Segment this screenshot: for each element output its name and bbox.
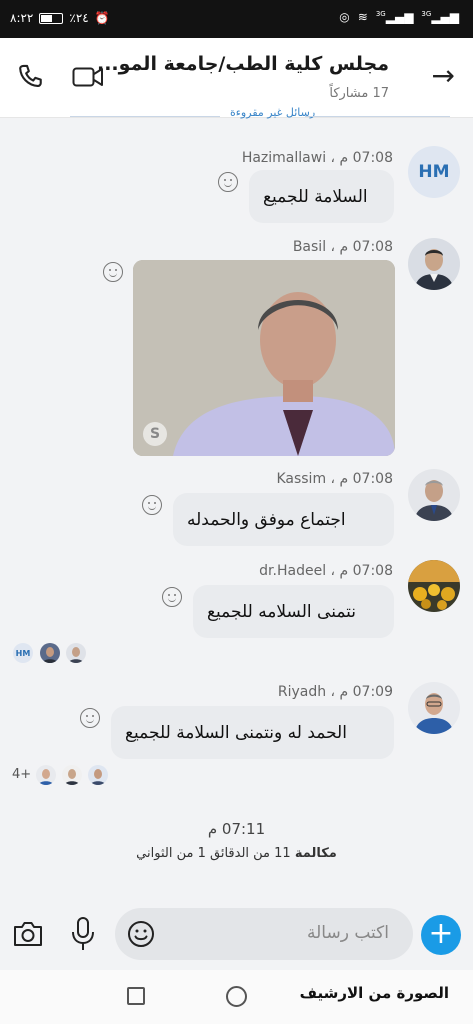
call-duration: 11 من الدقائق 1 من الثواني — [136, 846, 291, 861]
status-bar: ٨:٢٢ ٪٢٤ ⏰ ◎ ≋ 3G▂▄▆ 3G▂▄▆ — [0, 0, 473, 38]
message-sender: Basil — [292, 239, 327, 255]
read-receipt-avatar — [62, 765, 82, 785]
message-bubble[interactable]: السلامة للجميع — [249, 170, 394, 223]
message-sender: Hazimallawi — [241, 150, 327, 166]
video-call-icon[interactable] — [72, 66, 104, 88]
read-receipt-avatar — [40, 643, 60, 663]
whatsapp-icon: ◎ — [339, 10, 350, 24]
message-input[interactable]: اكتب رسالة — [115, 908, 413, 960]
message-text: الحمد له ونتمنى السلامة للجميع — [125, 722, 347, 743]
wifi-icon: ≋ — [357, 10, 368, 24]
add-content-button[interactable]: + — [421, 915, 461, 955]
message-meta: Kassim 07:08 م ، — [276, 471, 393, 487]
add-reaction-icon[interactable] — [218, 172, 238, 192]
message-bubble[interactable]: اجتماع موفق والحمدله — [173, 493, 394, 546]
battery-level: ٪٢٤ — [69, 11, 89, 25]
microphone-icon[interactable] — [70, 916, 96, 952]
archive-watermark: الصورة من الارشيف — [299, 984, 449, 1002]
message-meta: Riyadh 07:09 م ، — [278, 684, 393, 700]
avatar-basil[interactable] — [408, 238, 460, 290]
divider-line-right — [305, 116, 450, 117]
message-time: 07:08 م ، — [330, 471, 393, 487]
back-arrow-icon[interactable]: → — [432, 62, 455, 90]
chat-title[interactable]: مجلس كلية الطب/جامعة المو... — [89, 53, 389, 75]
signal-icon-2: 3G▂▄▆ — [421, 10, 459, 24]
message-text: اجتماع موفق والحمدله — [187, 509, 346, 530]
phone-call-icon[interactable] — [16, 63, 44, 91]
message-meta: dr.Hadeel 07:08 م ، — [259, 563, 393, 579]
system-nav-bar: الصورة من الارشيف — [0, 970, 473, 1024]
message-bubble[interactable]: الحمد له ونتمنى السلامة للجميع — [111, 706, 394, 759]
photo-content — [133, 260, 395, 456]
shared-photo[interactable]: S — [133, 260, 395, 456]
battery-icon — [39, 12, 64, 24]
alarm-icon: ⏰ — [94, 11, 110, 25]
skype-watermark-icon: S — [143, 422, 167, 446]
message-text: نتمنى السلامه للجميع — [207, 601, 357, 622]
message-composer: اكتب رسالة + — [0, 898, 473, 970]
emoji-icon[interactable] — [127, 920, 155, 948]
divider-line-left — [70, 116, 220, 117]
home-icon[interactable] — [226, 986, 247, 1007]
avatar-initials: HM — [418, 162, 450, 182]
message-time: 07:08 م ، — [330, 150, 393, 166]
read-receipt-avatar — [66, 643, 86, 663]
add-reaction-icon[interactable] — [103, 262, 123, 282]
recent-apps-icon[interactable] — [127, 987, 145, 1005]
unread-divider: رسائل غير مقروءة — [70, 106, 450, 124]
message-time: 07:08 م ، — [330, 239, 393, 255]
call-timestamp: 07:11 م — [207, 820, 266, 838]
message-meta: Basil 07:08 م ، — [293, 239, 393, 255]
read-receipt-avatar: HM — [13, 643, 33, 663]
message-sender: dr.Hadeel — [259, 563, 327, 579]
call-label: مكالمة — [294, 846, 337, 861]
read-receipt-avatar — [36, 765, 56, 785]
message-input-placeholder: اكتب رسالة — [307, 923, 389, 943]
avatar-kassim[interactable] — [408, 469, 460, 521]
message-time: 07:08 م ، — [330, 563, 393, 579]
status-right: ◎ ≋ 3G▂▄▆ 3G▂▄▆ — [339, 10, 459, 24]
camera-icon[interactable] — [12, 920, 44, 948]
clock-time: ٨:٢٢ — [10, 11, 34, 25]
add-reaction-icon[interactable] — [80, 708, 100, 728]
message-text: السلامة للجميع — [263, 186, 368, 207]
avatar-dr-hadeel[interactable] — [408, 560, 460, 612]
participant-count[interactable]: 17 مشاركاً — [329, 86, 389, 101]
signal-icon-1: 3G▂▄▆ — [375, 10, 414, 24]
call-summary: مكالمة 11 من الدقائق 1 من الثواني — [0, 846, 473, 861]
read-receipt-initials: HM — [15, 648, 31, 658]
avatar-hazimallawi[interactable]: HM — [408, 146, 460, 198]
message-bubble[interactable]: نتمنى السلامه للجميع — [193, 585, 394, 638]
unread-divider-label: رسائل غير مقروءة — [230, 106, 316, 119]
add-reaction-icon[interactable] — [142, 495, 162, 515]
message-time: 07:09 م ، — [330, 684, 393, 700]
message-meta: Hazimallawi 07:08 م ، — [242, 150, 393, 166]
message-sender: Riyadh — [277, 684, 327, 700]
read-receipt-more-count: 4+ — [12, 767, 32, 782]
avatar-riyadh[interactable] — [408, 682, 460, 734]
read-receipt-avatar — [88, 765, 108, 785]
add-reaction-icon[interactable] — [162, 587, 182, 607]
status-left: ٨:٢٢ ٪٢٤ ⏰ — [10, 11, 110, 25]
message-sender: Kassim — [276, 471, 327, 487]
